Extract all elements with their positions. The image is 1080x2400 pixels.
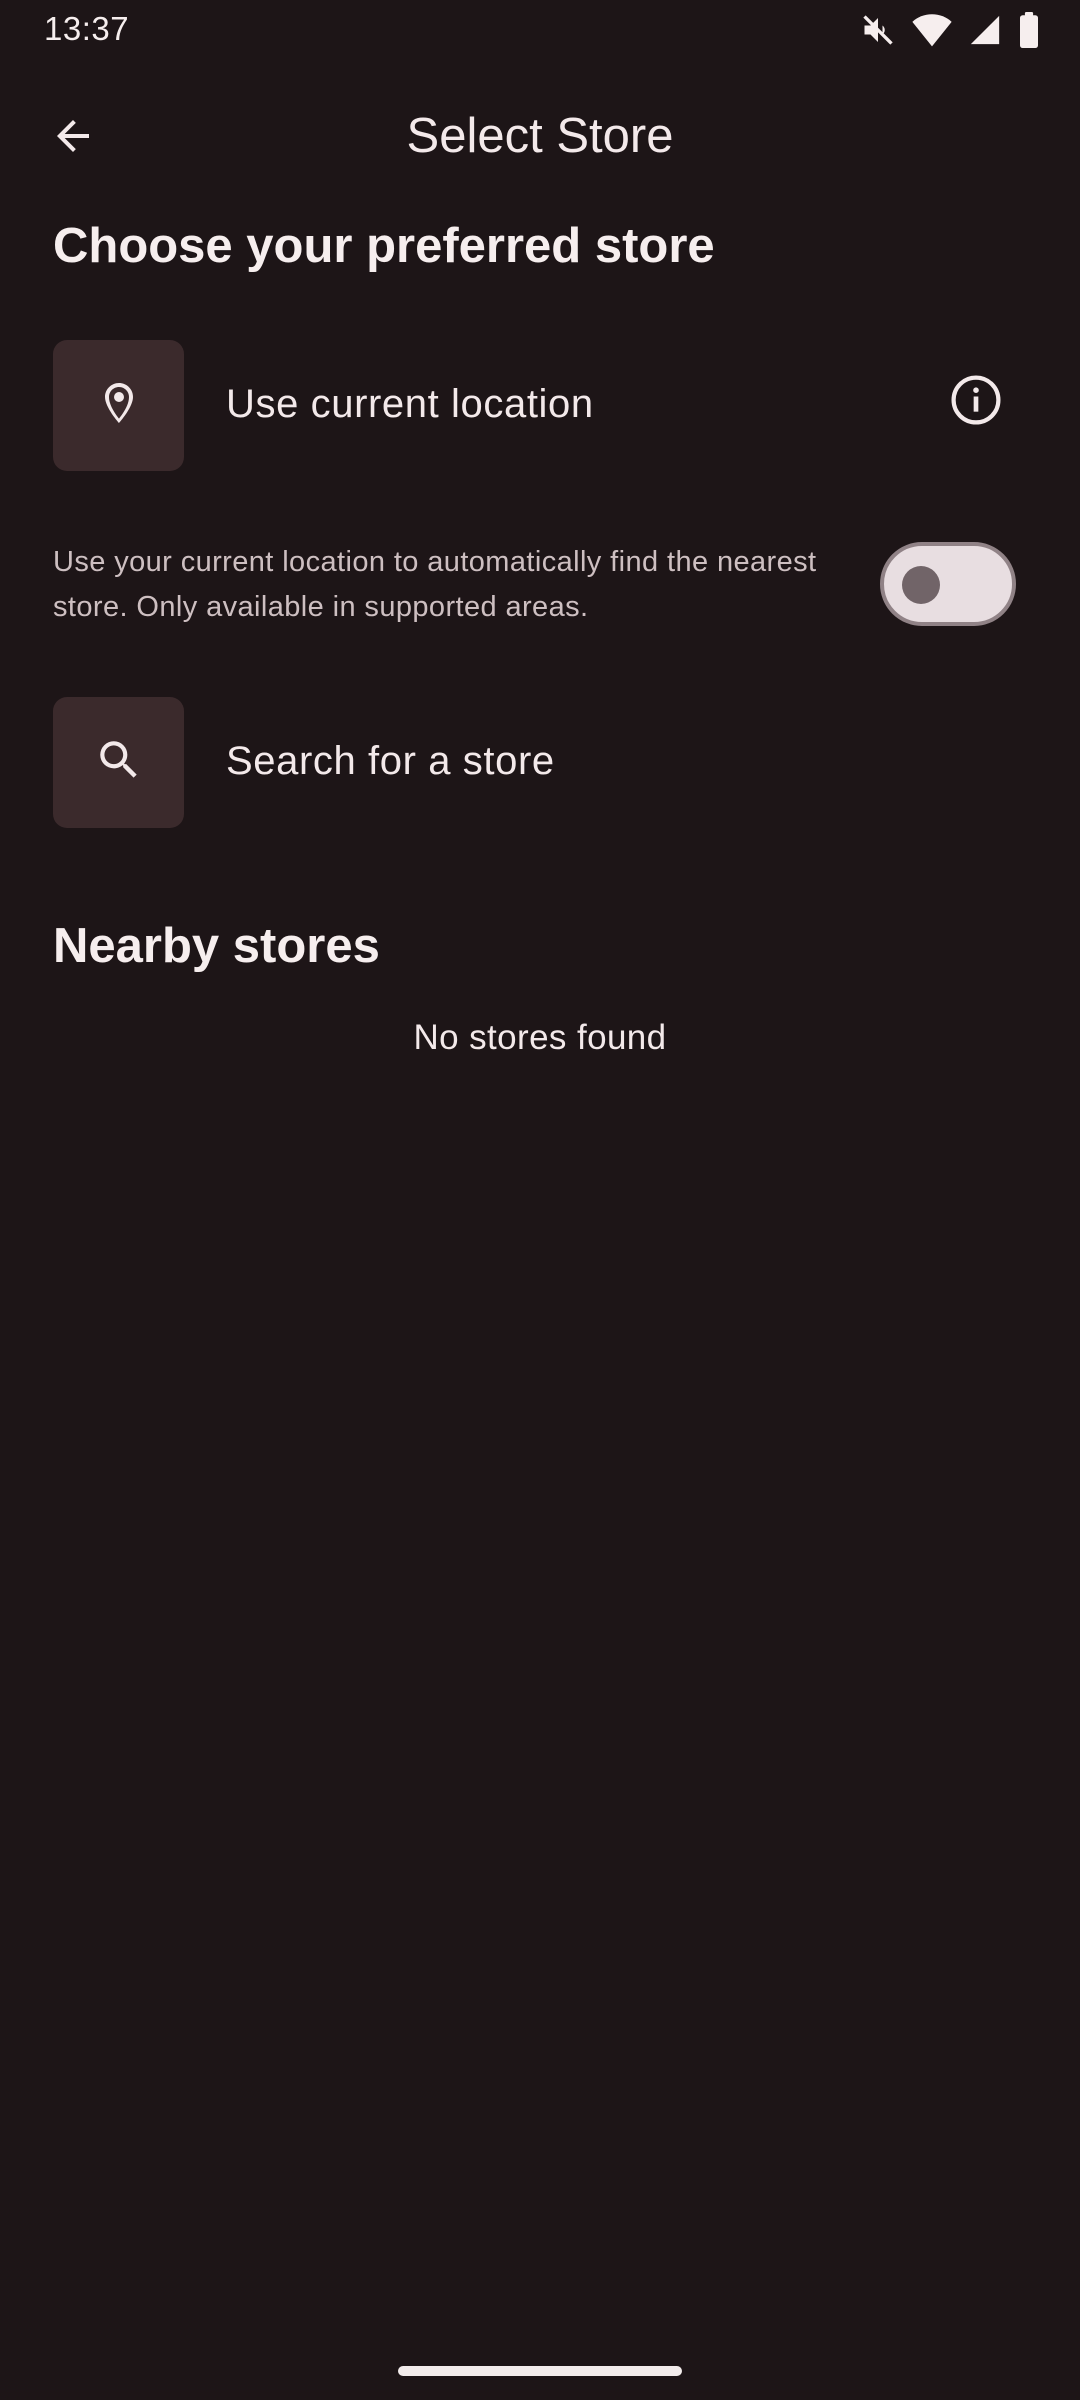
- home-indicator[interactable]: [398, 2366, 682, 2376]
- search-store-label: Search for a store: [226, 739, 555, 783]
- status-icons: [860, 12, 1040, 48]
- app-bar: Select Store: [0, 86, 1080, 190]
- signal-icon: [968, 13, 1002, 47]
- search-icon-tile: [53, 697, 184, 828]
- use-current-location-option[interactable]: Use current location: [0, 340, 1080, 472]
- location-info-button[interactable]: [936, 362, 1016, 442]
- mute-icon: [860, 12, 896, 48]
- location-description: Use your current location to automatical…: [53, 546, 817, 623]
- search-store-option[interactable]: Search for a store: [0, 697, 1080, 829]
- info-icon: [948, 372, 1004, 433]
- nearby-stores-heading: Nearby stores: [53, 919, 380, 973]
- battery-icon: [1018, 12, 1040, 48]
- search-icon: [94, 735, 144, 790]
- no-stores-message: No stores found: [413, 1018, 667, 1057]
- wifi-icon: [912, 12, 952, 48]
- location-icon-tile: [53, 340, 184, 471]
- status-bar: 13:37: [0, 0, 1080, 64]
- location-pin-icon: [95, 379, 143, 432]
- choose-store-heading: Choose your preferred store: [53, 219, 715, 273]
- current-location-switch[interactable]: [880, 542, 1016, 626]
- store-selection-screen: 13:37 Select Store Choose your preferred…: [0, 0, 1080, 2400]
- page-title: Select Store: [406, 109, 674, 163]
- switch-knob: [902, 566, 940, 604]
- use-current-location-label: Use current location: [226, 382, 594, 426]
- status-time: 13:37: [44, 10, 130, 47]
